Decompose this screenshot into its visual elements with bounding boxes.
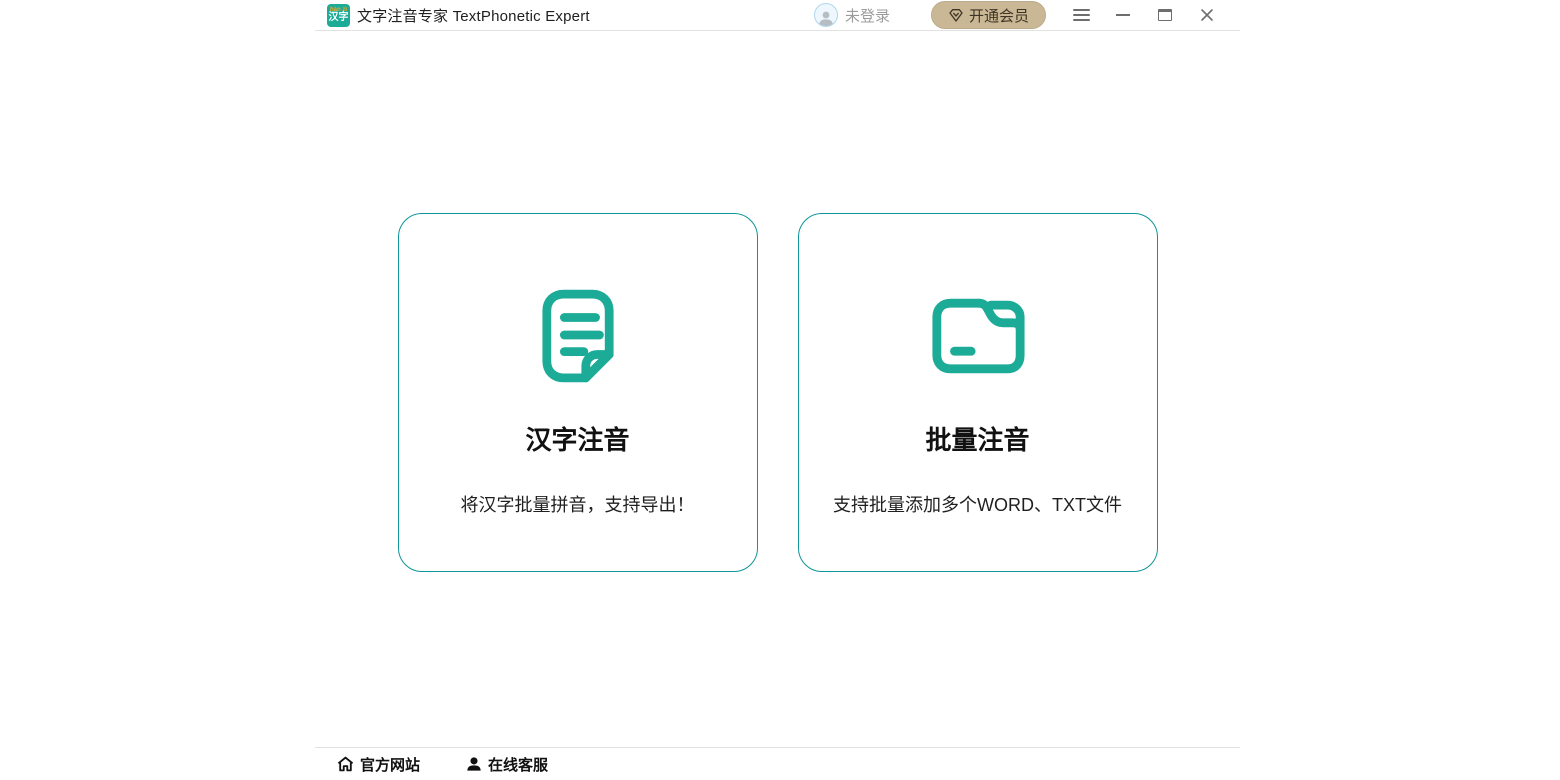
online-support-label: 在线客服	[488, 754, 548, 775]
vip-button-label: 开通会员	[969, 5, 1029, 26]
customer-service-icon	[466, 756, 482, 772]
home-icon	[337, 756, 354, 772]
app-logo-hanzi: 汉字	[329, 13, 349, 23]
login-label: 未登录	[845, 5, 890, 26]
avatar-icon	[814, 3, 838, 27]
card-title: 汉字注音	[525, 420, 629, 457]
vip-diamond-icon	[948, 7, 964, 23]
card-description: 支持批量添加多个WORD、TXT文件	[833, 491, 1122, 517]
app-logo-icon: hàn zì 汉字	[327, 4, 350, 27]
card-title: 批量注音	[925, 420, 1029, 457]
card-description: 将汉字批量拼音，支持导出！	[461, 491, 695, 517]
folder-icon	[929, 286, 1027, 386]
maximize-button[interactable]	[1148, 1, 1182, 29]
close-button[interactable]	[1190, 1, 1224, 29]
online-support-link[interactable]: 在线客服	[466, 754, 548, 775]
document-lines-icon	[540, 286, 616, 386]
login-status[interactable]: 未登录	[814, 3, 890, 27]
menu-icon[interactable]	[1064, 1, 1098, 29]
vip-membership-button[interactable]: 开通会员	[931, 1, 1046, 29]
card-hanzi-annotation[interactable]: 汉字注音 将汉字批量拼音，支持导出！	[398, 213, 758, 572]
window-controls	[1056, 1, 1224, 29]
card-batch-annotation[interactable]: 批量注音 支持批量添加多个WORD、TXT文件	[798, 213, 1158, 572]
official-website-link[interactable]: 官方网站	[337, 754, 420, 775]
app-title: 文字注音专家 TextPhonetic Expert	[357, 5, 590, 26]
main-area: 汉字注音 将汉字批量拼音，支持导出！ 批量注音 支持批量添加多个WORD、TXT…	[315, 213, 1240, 572]
app-window: hàn zì 汉字 文字注音专家 TextPhonetic Expert 未登录	[315, 0, 1240, 780]
footer: 官方网站 在线客服	[315, 747, 1240, 780]
titlebar-right: 未登录 开通会员	[814, 1, 1224, 29]
titlebar-left: hàn zì 汉字 文字注音专家 TextPhonetic Expert	[327, 4, 590, 27]
minimize-button[interactable]	[1106, 1, 1140, 29]
official-website-label: 官方网站	[360, 754, 420, 775]
titlebar: hàn zì 汉字 文字注音专家 TextPhonetic Expert 未登录	[315, 0, 1240, 31]
